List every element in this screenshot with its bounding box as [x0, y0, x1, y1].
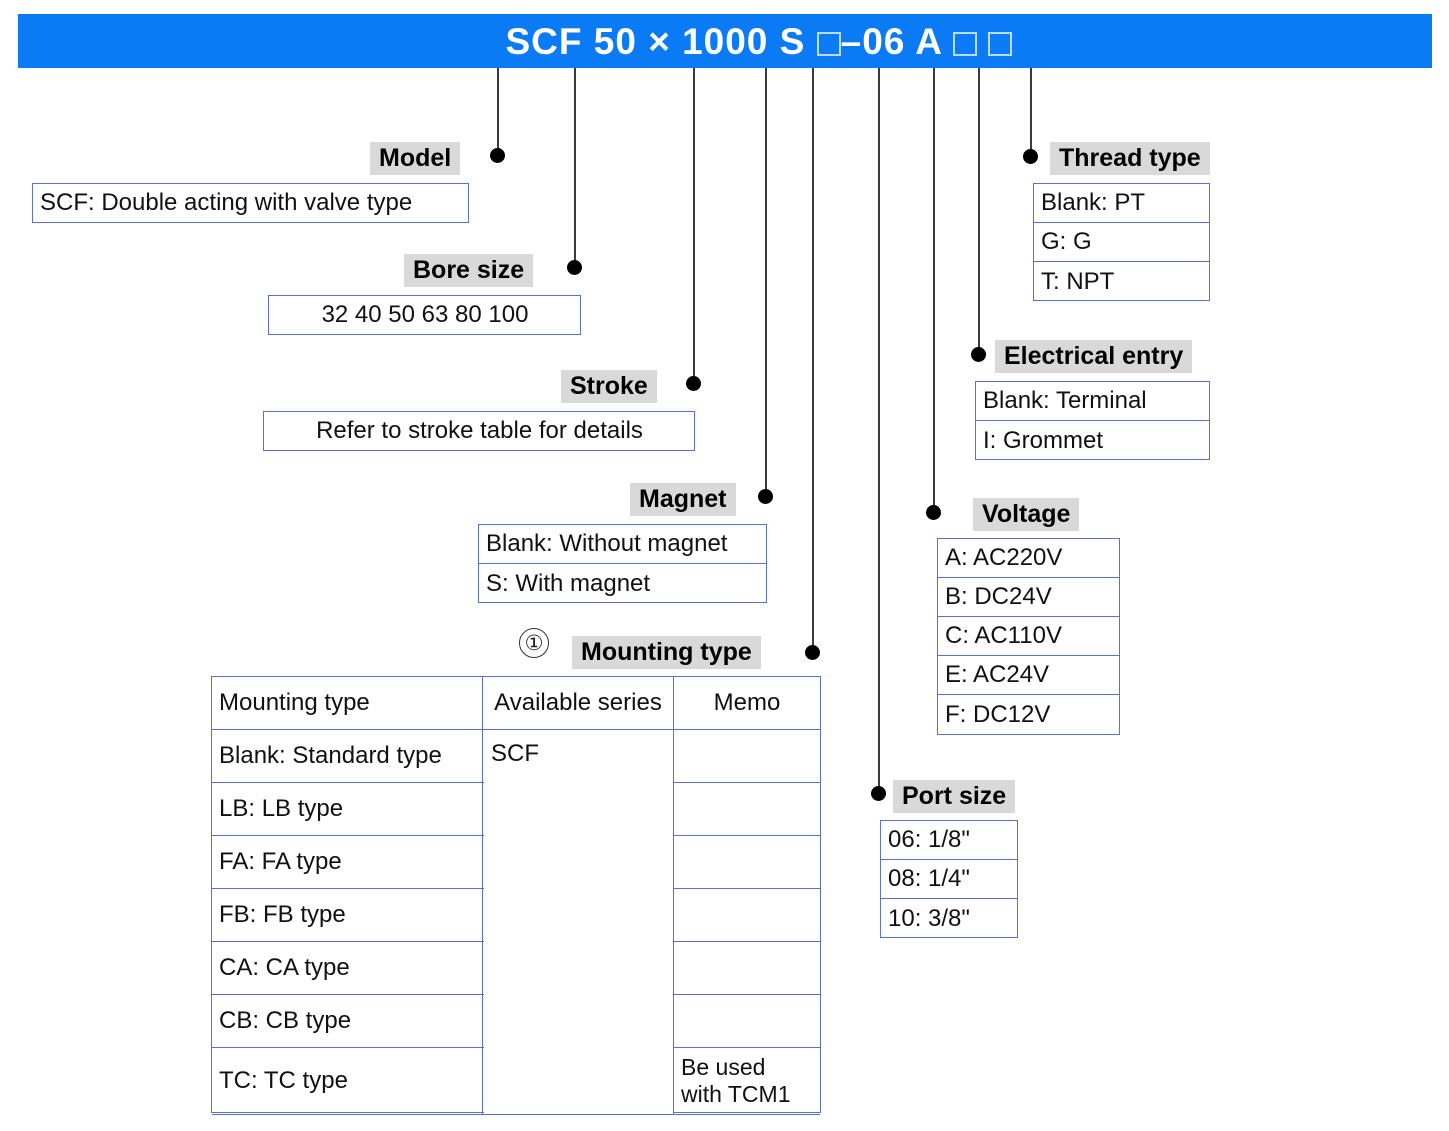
option-row-model-0: SCF: Double acting with valve type: [40, 189, 413, 216]
leader-dot-magnet: [758, 489, 773, 504]
option-row-thread-type-0: Blank: PT: [1034, 184, 1209, 223]
table-header-row: Mounting type Available series Memo: [212, 677, 820, 730]
table-header-memo: Memo: [713, 689, 781, 716]
leader-line-model: [497, 68, 499, 155]
cell-mounting-type: FB: FB type: [212, 889, 483, 941]
cell-memo: [674, 836, 820, 888]
option-box-voltage: A: AC220V B: DC24V C: AC110V E: AC24V F:…: [937, 538, 1120, 735]
cell-memo: [674, 889, 820, 941]
leader-dot-mounting-type: [805, 645, 820, 660]
product-code-text: SCF 50 × 1000 S –06 A: [438, 0, 1013, 97]
option-box-port-size: 06: 1/8" 08: 1/4" 10: 3/8": [880, 820, 1018, 938]
code-placeholder-box-thread: [988, 31, 1013, 56]
section-label-stroke: Stroke: [561, 370, 657, 403]
option-row-voltage-1: B: DC24V: [938, 578, 1119, 617]
section-label-mounting-type: Mounting type: [572, 636, 761, 669]
cell-memo: [674, 783, 820, 835]
leader-dot-model: [490, 148, 505, 163]
cell-available-series-merged: SCF: [484, 730, 674, 1113]
table-header-available-series: Available series: [483, 677, 674, 729]
code-segment-bore: 50: [582, 20, 649, 62]
cell-memo: [674, 730, 820, 782]
option-box-stroke: Refer to stroke table for details: [263, 411, 695, 451]
option-row-magnet-1: S: With magnet: [486, 569, 651, 597]
option-row-port-size-2: 10: 3/8": [888, 904, 970, 932]
code-segment-space: [977, 21, 988, 62]
product-code-bar: SCF 50 × 1000 S –06 A: [18, 14, 1432, 68]
leader-line-voltage: [933, 68, 935, 512]
mounting-type-table: Mounting type Available series Memo Blan…: [211, 676, 821, 1115]
code-segment-port: –06 A: [840, 20, 953, 62]
cell-memo: [674, 995, 820, 1047]
option-row-thread-type-2: T: NPT: [1041, 267, 1115, 295]
option-row-magnet-0: Blank: Without magnet: [479, 525, 766, 564]
option-row-electrical-entry-1: I: Grommet: [983, 426, 1104, 454]
option-row-voltage-2: C: AC110V: [938, 617, 1119, 656]
leader-dot-stroke: [686, 376, 701, 391]
cell-mounting-type: FA: FA type: [212, 836, 483, 888]
code-segment-model: SCF: [505, 20, 583, 62]
option-row-voltage-0: A: AC220V: [938, 539, 1119, 578]
cell-memo: Be used with TCM1: [681, 1053, 791, 1107]
leader-dot-bore-size: [567, 260, 582, 275]
leader-line-port-size: [878, 68, 880, 793]
code-segment-stroke-magnet: 1000 S: [670, 20, 817, 62]
cell-mounting-type: LB: LB type: [212, 783, 483, 835]
section-label-thread-type: Thread type: [1050, 142, 1210, 175]
option-row-bore-size-0: 32 40 50 63 80 100: [321, 301, 529, 328]
option-box-thread-type: Blank: PT G: G T: NPT: [1033, 183, 1210, 301]
option-row-electrical-entry-0: Blank: Terminal: [976, 382, 1209, 421]
option-row-stroke-0: Refer to stroke table for details: [316, 417, 643, 444]
table-header-mounting-type: Mounting type: [212, 677, 483, 729]
leader-line-stroke: [693, 68, 695, 383]
section-label-electrical-entry: Electrical entry: [995, 340, 1193, 373]
leader-line-bore-size: [574, 68, 576, 267]
section-label-magnet: Magnet: [630, 483, 736, 516]
option-box-magnet: Blank: Without magnet S: With magnet: [478, 524, 767, 603]
section-label-voltage: Voltage: [973, 498, 1080, 531]
code-segment-times: ×: [648, 20, 671, 62]
option-box-bore-size: 32 40 50 63 80 100: [268, 295, 581, 335]
leader-line-mounting-type: [812, 68, 814, 652]
section-label-port-size: Port size: [893, 780, 1016, 813]
code-placeholder-box-electrical: [952, 31, 977, 56]
cell-mounting-type: CA: CA type: [212, 942, 483, 994]
leader-dot-electrical-entry: [971, 347, 986, 362]
leader-line-thread-type: [1030, 68, 1032, 156]
note-marker-mounting-type: ①: [519, 628, 549, 658]
option-box-model: SCF: Double acting with valve type: [32, 183, 469, 223]
option-row-thread-type-1: G: G: [1034, 223, 1209, 262]
leader-dot-voltage: [926, 505, 941, 520]
option-row-port-size-0: 06: 1/8": [881, 821, 1017, 860]
leader-line-electrical-entry: [978, 68, 980, 354]
option-box-electrical-entry: Blank: Terminal I: Grommet: [975, 381, 1210, 460]
cell-mounting-type: Blank: Standard type: [212, 730, 483, 782]
leader-dot-port-size: [871, 786, 886, 801]
leader-line-magnet: [765, 68, 767, 496]
cell-mounting-type: TC: TC type: [212, 1048, 483, 1114]
section-label-model: Model: [370, 142, 461, 175]
option-row-voltage-3: E: AC24V: [938, 656, 1119, 695]
section-label-bore-size: Bore size: [404, 254, 534, 287]
option-row-port-size-1: 08: 1/4": [881, 860, 1017, 899]
code-placeholder-box-mounting: [816, 31, 841, 56]
cell-mounting-type: CB: CB type: [212, 995, 483, 1047]
cell-memo: [674, 942, 820, 994]
ordering-code-diagram: SCF 50 × 1000 S –06 A Model SCF: Double …: [0, 0, 1449, 1131]
option-row-voltage-4: F: DC12V: [945, 700, 1051, 728]
leader-dot-thread-type: [1023, 149, 1038, 164]
